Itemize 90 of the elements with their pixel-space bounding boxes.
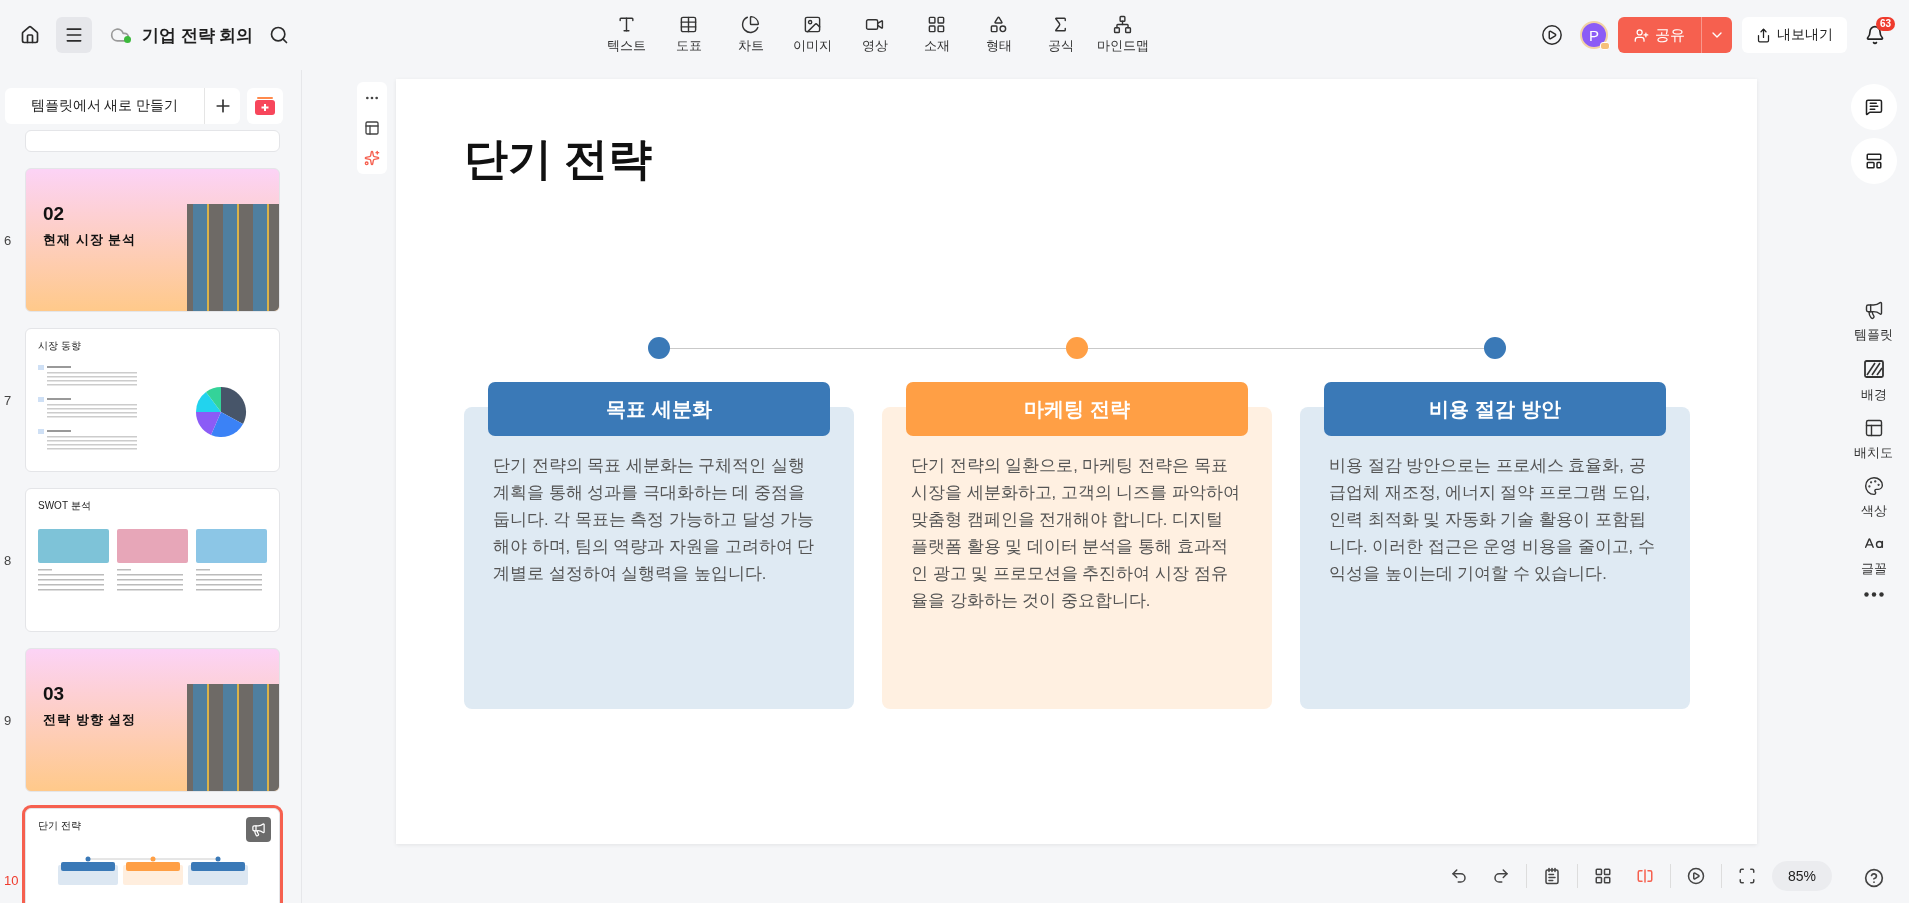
layout-template-icon: [1864, 152, 1883, 170]
home-icon: [20, 25, 40, 45]
play-icon: [1541, 24, 1563, 46]
more-icon: [1863, 592, 1884, 597]
card-text: 단기 전략의 목표 세분화는 구체적인 실행 계획을 통해 성과를 극대화하는 데 중점을 둡니다. 각 목표는 측정 가능하고 달성 가능해야 하며, 팀의 역량과 자원을 고려하여 단계별로 설정하여 실행력을 높입니다.: [493, 455, 816, 584]
notifications-button[interactable]: 63: [1857, 17, 1893, 53]
export-button[interactable]: 내보내기: [1742, 17, 1847, 53]
toolbar-button[interactable]: 차트: [721, 15, 780, 55]
megaphone-icon[interactable]: [246, 817, 271, 842]
toolbar-button[interactable]: 공식: [1031, 15, 1090, 55]
slide-number: 8: [4, 552, 13, 568]
sidebar-tool-button[interactable]: 배경: [1860, 358, 1887, 404]
toolbar-button[interactable]: 도표: [659, 15, 718, 55]
thumbnail-title: SWOT 분석: [38, 499, 91, 513]
slide-thumbnail[interactable]: 03 전략 방향 설정: [25, 648, 280, 792]
column-heading: 마케팅 전략: [906, 382, 1248, 436]
table-icon: [679, 15, 698, 34]
undo-icon: [1449, 867, 1468, 885]
sidebar-tool-button[interactable]: 색상: [1860, 476, 1887, 520]
slide-view-icon: [1635, 867, 1654, 885]
pie-chart-icon: [741, 15, 760, 34]
help-icon: [1863, 868, 1884, 888]
add-page-button[interactable]: [247, 88, 283, 124]
toolbar-button[interactable]: 형태: [969, 15, 1028, 55]
photo-placeholder: [38, 529, 109, 563]
menu-button[interactable]: [56, 17, 92, 53]
cloud-icon: [110, 25, 130, 45]
comment-icon: [1864, 98, 1883, 116]
text-lines-drawing: [38, 567, 104, 593]
upload-icon: [1756, 27, 1771, 43]
section-number: 02: [43, 203, 65, 225]
thumbnail-title: 시장 동향: [38, 339, 81, 353]
toolbar-button[interactable]: 소재: [907, 15, 966, 55]
slide-thumbnail[interactable]: 02 현재 시장 분석: [25, 168, 280, 312]
card-text: 비용 절감 방안으로는 프로세스 효율화, 공급업체 재조정, 에너지 절약 프로그램 도입, 인력 최적화 및 자동화 기술 활용이 포함됩니다. 이러한 접근은 운영 비용을 줄이고, 수익성을 높이는데 기여할 수 있습니다.: [1329, 455, 1656, 584]
add-page-icon: [255, 97, 275, 115]
grid-icon: [1593, 867, 1612, 885]
card-text: 단기 전략의 일환으로, 마케팅 전략은 목표 시장을 세분화하고, 고객의 니즈를 파악하여 맞춤형 캠페인을 전개해야 합니다. 디지털 플랫폼 활용 및 데이터 분석을 통해 효과적인 광고 및 프로모션을 추진하여 시장 점유율을 강화하는 것이 중요합니다.: [911, 455, 1241, 611]
photo-placeholder: [117, 529, 188, 563]
search-icon: [269, 25, 290, 45]
shapes-icon: [989, 15, 1008, 34]
ai-layout-button[interactable]: [1850, 138, 1897, 184]
bell-icon: [1865, 25, 1885, 45]
play-icon: [1686, 867, 1705, 885]
thumbnail-title: 단기 전략: [38, 819, 81, 833]
menu-icon: [64, 25, 84, 45]
slide-thumbnail[interactable]: 시장 동향: [25, 328, 280, 472]
hatched-square-icon: [1862, 358, 1885, 380]
slide-thumbnail[interactable]: [25, 130, 280, 152]
palette-icon: [1863, 476, 1884, 496]
megaphone-glyph-icon: [251, 822, 266, 837]
column-heading: 비용 절감 방안: [1324, 382, 1666, 436]
slide-title: 단기 전략: [464, 133, 654, 185]
layout-icon: [1863, 418, 1884, 438]
grid-icon: [927, 15, 946, 34]
sparkle-icon: [364, 150, 380, 166]
slide-thumbnail[interactable]: 단기 전략: [25, 808, 280, 903]
redo-icon: [1491, 867, 1510, 885]
toolbar-button[interactable]: 마인드맵: [1093, 15, 1152, 55]
slide-number: 7: [4, 392, 13, 408]
toolbar-button[interactable]: 이미지: [783, 15, 842, 55]
toolbar-button[interactable]: 영상: [845, 15, 904, 55]
slide-number: 9: [4, 712, 13, 728]
comment-button[interactable]: [1850, 84, 1897, 130]
mind-map-icon: [1113, 15, 1132, 34]
slide-number: 6: [4, 232, 13, 248]
notes-icon: [1542, 867, 1561, 885]
toolbar-button[interactable]: 텍스트: [597, 15, 656, 55]
fit-screen-icon: [1737, 867, 1756, 885]
notification-count: 63: [1875, 17, 1895, 31]
photo-placeholder: [196, 529, 267, 563]
megaphone-icon: [1863, 300, 1884, 320]
section-title: 전략 방향 설정: [43, 711, 137, 729]
section-number: 03: [43, 683, 65, 705]
column-heading: 목표 세분화: [488, 382, 830, 436]
more-button[interactable]: [1863, 592, 1884, 597]
text-icon: [617, 15, 636, 34]
sidebar-tool-button[interactable]: 템플릿: [1854, 300, 1893, 344]
section-title: 현재 시장 분석: [43, 231, 137, 249]
sidebar-tool-button[interactable]: 글꼴: [1860, 534, 1887, 578]
sidebar-tool-button[interactable]: 배치도: [1854, 418, 1893, 462]
zoom-level-button[interactable]: 85%: [1771, 861, 1832, 891]
user-avatar[interactable]: P: [1580, 21, 1608, 49]
text-lines-drawing: [196, 567, 262, 593]
layout-icon: [364, 120, 380, 136]
document-title[interactable]: 기업 전략 회의: [142, 23, 254, 47]
add-user-icon: [1634, 27, 1649, 43]
image-icon: [803, 15, 822, 34]
slide-thumbnail[interactable]: SWOT 분석: [25, 488, 280, 632]
text-lines-drawing: [117, 567, 183, 593]
